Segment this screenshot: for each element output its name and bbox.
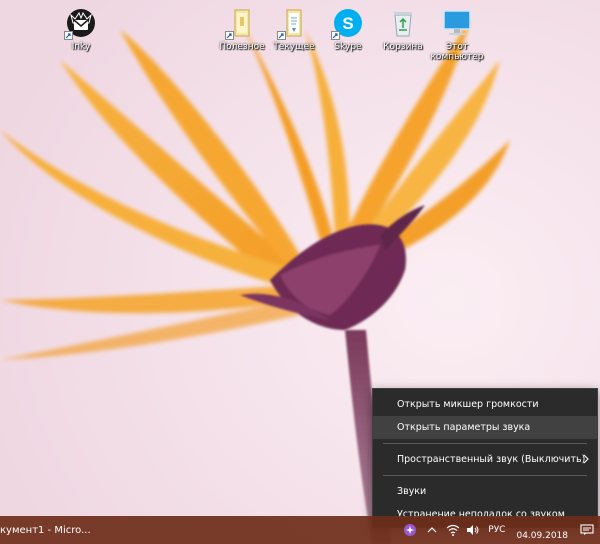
desktop-icon-tekushchee[interactable]: Текущее — [266, 6, 322, 52]
folder-icon — [225, 6, 259, 40]
sound-context-menu: Открыть микшер громкости Открыть парамет… — [372, 388, 598, 528]
network-icon[interactable] — [443, 516, 463, 544]
desktop-icon-poleznoe[interactable]: Полезное — [214, 6, 270, 52]
desktop-icon-label: Skype — [334, 42, 362, 52]
menu-item-label: Звуки — [397, 486, 427, 497]
desktop-icon-this-pc[interactable]: Этот компьютер — [429, 6, 485, 62]
taskbar-app-word[interactable]: кумент1 - Micro... — [0, 516, 99, 544]
desktop-icon-label: Корзина — [383, 42, 423, 52]
color-dot-icon[interactable] — [399, 516, 421, 544]
menu-separator — [383, 475, 587, 476]
menu-item-spatial-sound[interactable]: Пространственный звук (Выключить) — [373, 448, 597, 471]
system-tray: РУС 04.09.2018 — [399, 516, 600, 544]
menu-item-sounds[interactable]: Звуки — [373, 480, 597, 503]
shortcut-arrow-icon — [225, 31, 234, 40]
clock-date: 04.09.2018 — [516, 531, 568, 541]
desktop-icon-label: Inky — [71, 42, 91, 52]
menu-item-open-sound-settings[interactable]: Открыть параметры звука — [373, 416, 597, 439]
menu-item-label: Открыть параметры звука — [397, 422, 531, 433]
desktop-icon-label: Этот компьютер — [430, 42, 484, 62]
computer-icon — [440, 6, 474, 40]
desktop-icon-label: Полезное — [219, 42, 265, 52]
menu-item-label: Открыть микшер громкости — [397, 399, 539, 410]
taskbar-app-label: кумент1 - Micro... — [0, 524, 91, 536]
taskbar: кумент1 - Micro... РУС 04.09.2018 — [0, 516, 600, 544]
menu-separator — [383, 443, 587, 444]
desktop-icon-inky[interactable]: Inky — [53, 6, 109, 52]
language-indicator[interactable]: РУС — [483, 516, 510, 544]
inky-mail-icon — [64, 6, 98, 40]
menu-item-label: Пространственный звук (Выключить) — [397, 454, 586, 465]
menu-item-open-volume-mixer[interactable]: Открыть микшер громкости — [373, 393, 597, 416]
chevron-up-icon[interactable] — [421, 516, 443, 544]
folder-document-icon — [277, 6, 311, 40]
desktop-icon-skype[interactable]: S Skype — [320, 6, 376, 52]
shortcut-arrow-icon — [331, 31, 340, 40]
language-label: РУС — [488, 525, 506, 535]
desktop-icon-label: Текущее — [273, 42, 315, 52]
recycle-bin-icon — [386, 6, 420, 40]
notification-icon[interactable] — [574, 516, 600, 544]
volume-icon[interactable] — [463, 516, 483, 544]
shortcut-arrow-icon — [277, 31, 286, 40]
chevron-right-icon — [583, 454, 589, 467]
skype-icon: S — [331, 6, 365, 40]
svg-text:S: S — [342, 14, 353, 33]
desktop-icon-recycle-bin[interactable]: Корзина — [375, 6, 431, 52]
clock[interactable]: 04.09.2018 — [510, 516, 574, 544]
shortcut-arrow-icon — [64, 31, 73, 40]
